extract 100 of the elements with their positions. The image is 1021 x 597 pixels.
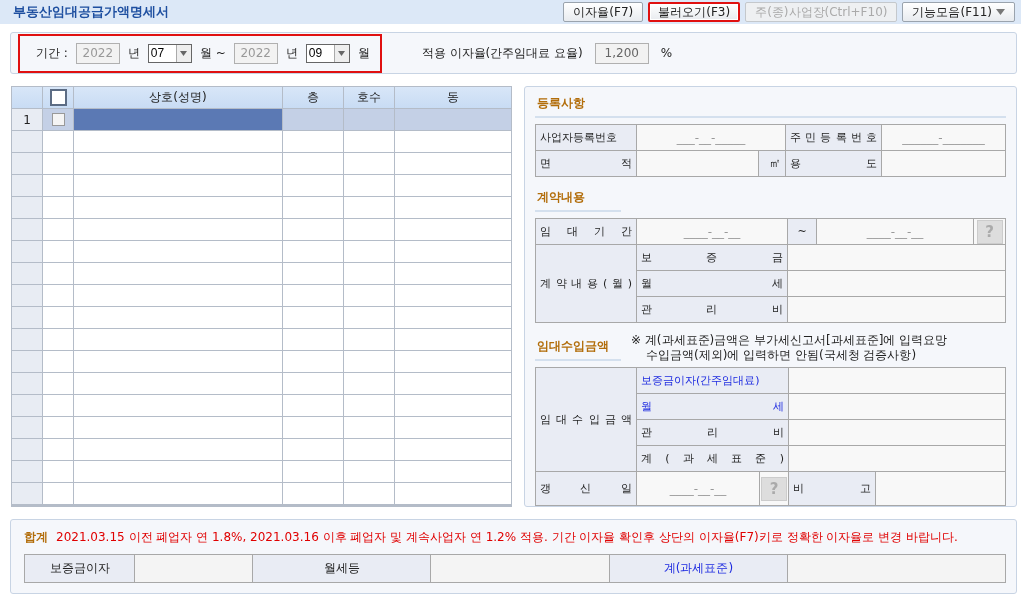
grid-cell[interactable] [283, 175, 343, 196]
grid-cell[interactable] [74, 483, 282, 504]
grid-cell[interactable] [74, 461, 282, 482]
grid-cell[interactable] [74, 417, 282, 438]
grid-cell[interactable] [395, 285, 511, 306]
grid-cell[interactable] [43, 439, 73, 460]
grid-cell[interactable] [344, 483, 394, 504]
grid-cell[interactable] [395, 461, 511, 482]
grid-cell[interactable] [283, 395, 343, 416]
grid-cell[interactable] [43, 373, 73, 394]
grid-cell[interactable] [395, 131, 511, 152]
grid-cell[interactable] [344, 153, 394, 174]
amount-field[interactable] [789, 394, 1005, 419]
amount-field[interactable] [789, 446, 1005, 471]
grid-cell[interactable] [344, 197, 394, 218]
toolbar-button[interactable]: 이자율(F7) [563, 2, 644, 22]
grid-cell[interactable] [43, 197, 73, 218]
business-number-field[interactable]: ___-__-_____ [637, 125, 785, 150]
date-field[interactable]: ____-__-__ [637, 472, 759, 505]
grid-cell[interactable] [395, 417, 511, 438]
grid-cell[interactable] [43, 461, 73, 482]
grid-cell[interactable] [283, 439, 343, 460]
grid-cell[interactable] [283, 483, 343, 504]
grid-cell[interactable] [395, 175, 511, 196]
grid-cell[interactable] [344, 241, 394, 262]
grid-cell[interactable] [344, 439, 394, 460]
grid-cell[interactable] [74, 329, 282, 350]
grid-cell[interactable] [395, 263, 511, 284]
column-header[interactable]: 층 [283, 87, 343, 108]
grid-cell[interactable] [283, 219, 343, 240]
grid-cell[interactable] [395, 351, 511, 372]
select-all-checkbox[interactable] [49, 89, 67, 106]
month-dropdown[interactable]: 09 [305, 43, 350, 63]
grid-cell[interactable] [43, 285, 73, 306]
grid-cell[interactable] [344, 109, 394, 130]
grid-cell[interactable] [395, 219, 511, 240]
grid-cell[interactable] [43, 241, 73, 262]
selected-cell[interactable] [74, 109, 282, 130]
grid-cell[interactable] [395, 307, 511, 328]
grid-cell[interactable] [395, 439, 511, 460]
grid-cell[interactable] [43, 417, 73, 438]
grid-cell[interactable] [344, 373, 394, 394]
grid-cell[interactable] [283, 197, 343, 218]
remark-field[interactable] [876, 472, 1005, 505]
row-checkbox[interactable] [51, 113, 65, 126]
column-header[interactable]: 호수 [344, 87, 394, 108]
grid-cell[interactable] [344, 285, 394, 306]
grid-cell[interactable] [344, 307, 394, 328]
grid-cell[interactable] [395, 197, 511, 218]
grid-cell[interactable] [74, 197, 282, 218]
grid-cell[interactable] [74, 131, 282, 152]
grid-cell[interactable] [344, 175, 394, 196]
grid-cell[interactable] [74, 263, 282, 284]
grid-cell[interactable] [283, 329, 343, 350]
grid-cell[interactable] [283, 109, 343, 130]
grid-cell[interactable] [43, 219, 73, 240]
grid-cell[interactable] [344, 329, 394, 350]
grid-cell[interactable] [344, 351, 394, 372]
grid-cell[interactable] [395, 241, 511, 262]
grid-cell[interactable] [395, 329, 511, 350]
grid-cell[interactable] [395, 483, 511, 504]
grid-cell[interactable] [283, 153, 343, 174]
grid-cell[interactable] [74, 175, 282, 196]
grid-cell[interactable] [395, 153, 511, 174]
resident-number-field[interactable]: ______-_______ [882, 125, 1005, 150]
column-header[interactable]: 동 [395, 87, 511, 108]
grid-cell[interactable] [283, 351, 343, 372]
amount-field[interactable] [789, 420, 1005, 445]
grid-cell[interactable] [43, 263, 73, 284]
grid-cell[interactable] [43, 351, 73, 372]
grid-cell[interactable] [74, 307, 282, 328]
grid-cell[interactable] [74, 153, 282, 174]
grid-cell[interactable] [43, 483, 73, 504]
amount-field[interactable] [789, 368, 1005, 393]
grid-cell[interactable] [344, 395, 394, 416]
grid-cell[interactable] [74, 439, 282, 460]
grid-cell[interactable] [283, 263, 343, 284]
date-field[interactable]: ____-__-__ [637, 219, 787, 244]
grid-cell[interactable] [283, 417, 343, 438]
toolbar-button[interactable]: 불러오기(F3) [648, 2, 741, 22]
grid-cell[interactable] [74, 285, 282, 306]
grid-cell[interactable] [43, 131, 73, 152]
grid-cell[interactable] [74, 219, 282, 240]
usage-field[interactable] [882, 151, 1005, 176]
grid-cell[interactable] [395, 373, 511, 394]
grid-cell[interactable] [283, 307, 343, 328]
grid-cell[interactable] [283, 285, 343, 306]
amount-field[interactable] [788, 245, 1005, 270]
grid-cell[interactable] [395, 109, 511, 130]
date-field[interactable]: ____-__-__ [817, 219, 973, 244]
grid-cell[interactable] [344, 263, 394, 284]
grid-cell[interactable] [43, 329, 73, 350]
menu-button[interactable]: 기능모음(F11) [902, 2, 1015, 22]
grid-cell[interactable] [283, 241, 343, 262]
column-header[interactable]: 상호(성명) [74, 87, 282, 108]
grid-cell[interactable] [74, 395, 282, 416]
amount-field[interactable] [788, 297, 1005, 322]
grid-cell[interactable] [344, 131, 394, 152]
grid-cell[interactable] [43, 307, 73, 328]
grid-cell[interactable] [74, 373, 282, 394]
